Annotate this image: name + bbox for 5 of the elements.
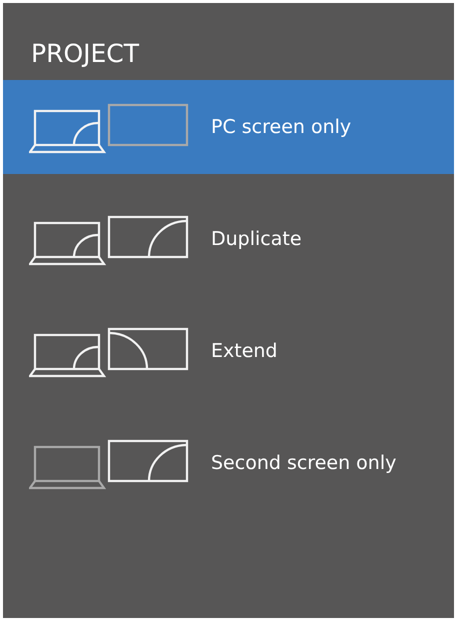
- project-option[interactable]: Second screen only: [3, 416, 454, 510]
- project-option[interactable]: Extend: [3, 304, 454, 398]
- project-option[interactable]: PC screen only: [3, 80, 454, 174]
- panel-title: PROJECT: [30, 38, 140, 66]
- project-option[interactable]: Duplicate: [3, 192, 454, 286]
